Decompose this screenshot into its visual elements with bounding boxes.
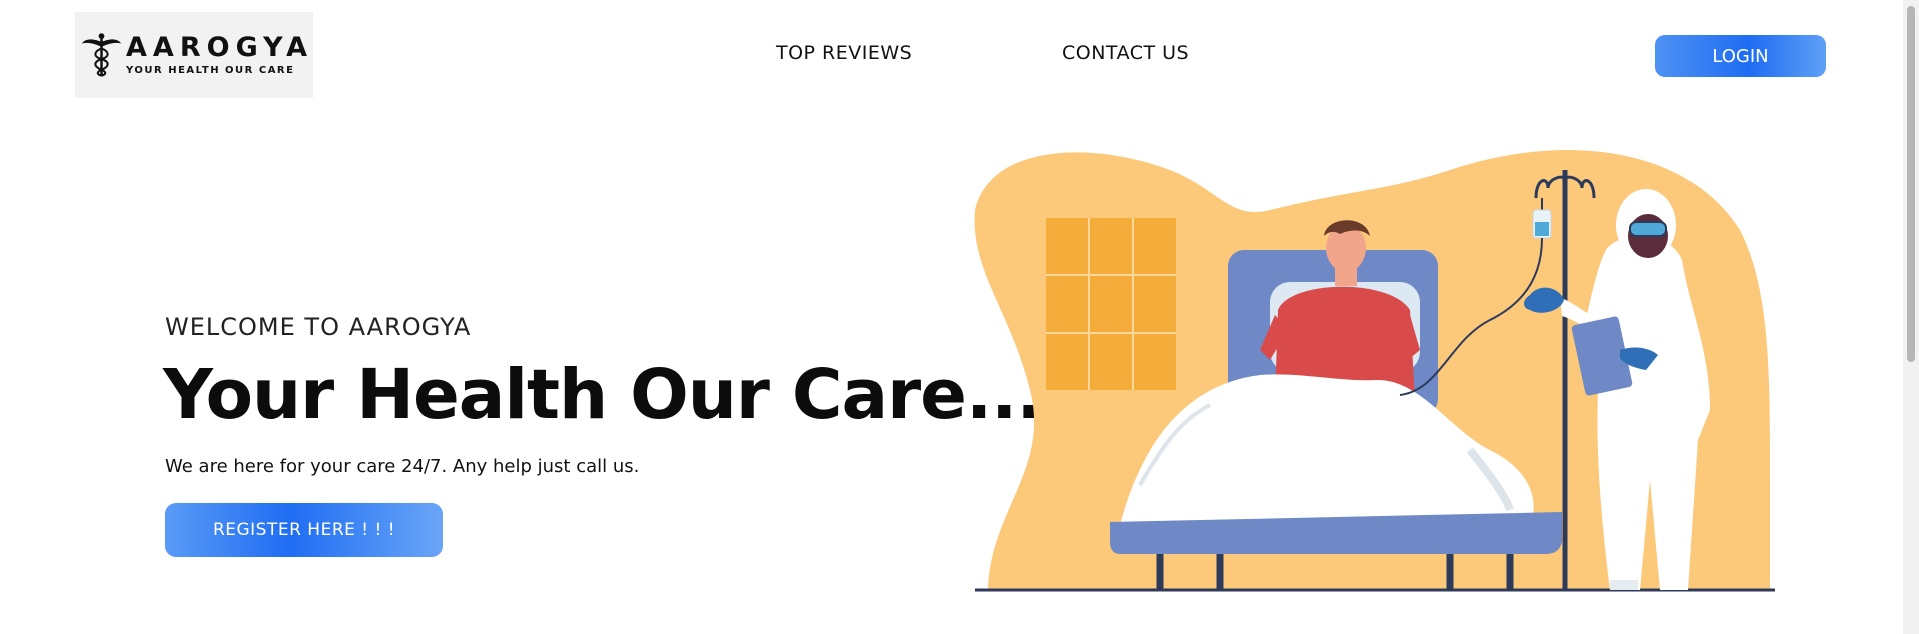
scrollbar-thumb[interactable] [1907, 6, 1915, 362]
login-button[interactable]: LOGIN [1655, 35, 1826, 77]
register-button[interactable]: REGISTER HERE ! ! ! [165, 503, 443, 557]
vertical-scrollbar[interactable] [1903, 0, 1919, 634]
brand-logo[interactable]: AAROGYA YOUR HEALTH OUR CARE [75, 12, 313, 98]
nav-contact-us[interactable]: CONTACT US [1062, 42, 1189, 64]
hero-headline: Your Health Our Care... [163, 355, 1043, 435]
brand-tagline: YOUR HEALTH OUR CARE [126, 65, 295, 76]
hero-subtext: We are here for your care 24/7. Any help… [165, 456, 640, 477]
brand-text: AAROGYA YOUR HEALTH OUR CARE [126, 33, 313, 77]
nav-top-reviews[interactable]: TOP REVIEWS [776, 42, 912, 64]
caduceus-icon [81, 33, 122, 77]
brand-name: AAROGYA [126, 32, 313, 63]
hero-eyebrow: WELCOME TO AAROGYA [165, 313, 472, 341]
hospital-bed-patient-doctor-illustration [974, 150, 1775, 592]
